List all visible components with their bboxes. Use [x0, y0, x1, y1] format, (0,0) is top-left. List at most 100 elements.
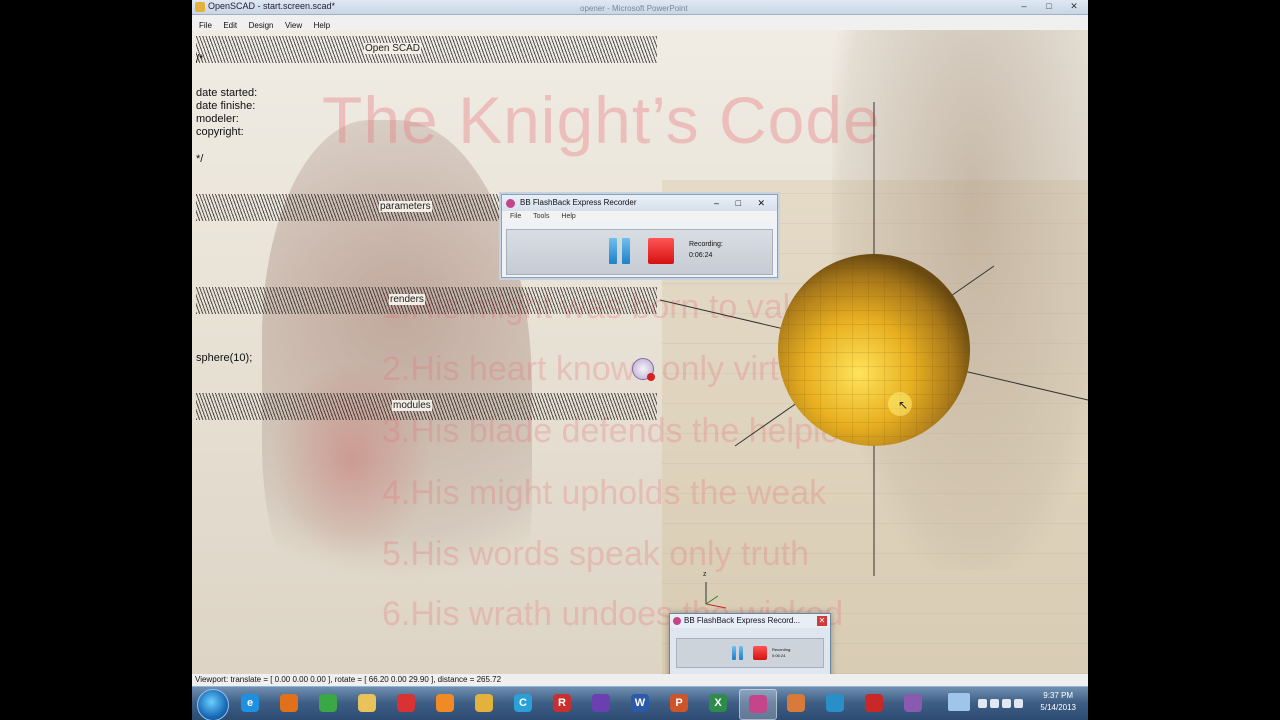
axis-gizmo — [705, 582, 727, 609]
menu-file[interactable]: File — [199, 21, 212, 30]
window-titlebar: OpenSCAD - start.screen.scad* opener - M… — [192, 0, 1088, 15]
recorder-title: BB FlashBack Express Recorder — [520, 198, 637, 207]
desktop-screen: OpenSCAD - start.screen.scad* opener - M… — [192, 0, 1088, 720]
explorer-folder-icon — [358, 694, 376, 712]
thumbnail-status: Recording: 0:06:24 — [772, 647, 791, 659]
status-bar: Viewport: translate = [ 0.00 0.00 0.00 ]… — [192, 674, 1088, 686]
recorder-menubar: File Tools Help — [502, 211, 777, 222]
c-app-icon: C — [514, 694, 532, 712]
taskbar-firefox-button[interactable] — [271, 689, 307, 718]
thumbnail-close-button[interactable]: ✕ — [817, 616, 827, 626]
taskbar-r-app-button[interactable]: R — [544, 689, 580, 718]
close-button[interactable]: ✕ — [1062, 0, 1086, 12]
sphere-facets — [778, 254, 970, 446]
thumbnail-status-time: 0:06:24 — [772, 653, 786, 658]
recording-label: Recording: — [689, 241, 723, 248]
axis-z-label: z — [703, 571, 707, 578]
taskbar-blender-button[interactable] — [427, 689, 463, 718]
recorder-close-button[interactable]: ✕ — [757, 195, 765, 211]
taskbar-excel-button[interactable]: X — [700, 689, 736, 718]
word-icon: W — [631, 694, 649, 712]
recorder-menu-file[interactable]: File — [510, 213, 521, 220]
window-title: OpenSCAD - start.screen.scad* — [208, 1, 336, 11]
menu-design[interactable]: Design — [249, 21, 274, 30]
taskbar-flashback-button[interactable] — [739, 689, 777, 720]
taskbar-openscad-button[interactable] — [466, 689, 502, 718]
flashback-icon — [673, 617, 681, 625]
excel-icon: X — [709, 694, 727, 712]
thumbnail-stop-button — [753, 646, 767, 660]
recorder-maximize-button[interactable]: □ — [736, 195, 741, 211]
menu-view[interactable]: View — [285, 21, 302, 30]
taskbar-explorer-folder-button[interactable] — [349, 689, 385, 718]
tray-arrow-icon[interactable] — [978, 699, 987, 708]
banner-label: Open SCAD — [364, 43, 422, 54]
recorder-minimize-button[interactable]: – — [714, 195, 719, 211]
taskbar-network-app-button[interactable] — [817, 689, 853, 718]
recorder-controls: Recording: 0:06:24 — [506, 229, 773, 275]
taskbar-ie-button[interactable]: e — [232, 689, 268, 718]
recorder-menu-tools[interactable]: Tools — [533, 213, 549, 220]
recorder-menu-help[interactable]: Help — [561, 213, 575, 220]
banner-label: modules — [392, 400, 432, 411]
visual-studio-icon — [592, 694, 610, 712]
flashback-icon — [749, 695, 767, 713]
background-window-title: opener - Microsoft PowerPoint — [580, 4, 688, 13]
taskbar-powerpoint-button[interactable]: P — [661, 689, 697, 718]
thumbnail-titlebar: BB FlashBack Express Record... — [670, 614, 830, 628]
meta-line: date started: — [196, 87, 258, 99]
recorder-thumbnail[interactable]: BB FlashBack Express Record... ✕ Recordi… — [669, 613, 831, 683]
thumbnail-controls: Recording: 0:06:24 — [676, 638, 824, 668]
renders-banner: renders — [196, 287, 657, 314]
taskbar-word-button[interactable]: W — [622, 689, 658, 718]
system-tray: 9:37 PM 5/14/2013 — [948, 687, 1088, 720]
clock[interactable]: 9:37 PM 5/14/2013 — [1040, 690, 1076, 714]
clock-date: 5/14/2013 — [1040, 703, 1076, 712]
banner-label: parameters — [379, 201, 432, 212]
meta-line: copyright: — [196, 126, 244, 138]
thumbnail-title: BB FlashBack Express Record... — [684, 616, 801, 625]
taskbar-c-app-button[interactable]: C — [505, 689, 541, 718]
comment-close: */ — [196, 153, 204, 165]
taskbar-flashback-player-button[interactable] — [895, 689, 931, 718]
flashback-tray-icon[interactable] — [632, 358, 655, 381]
sketchup-icon — [397, 694, 415, 712]
taskbar: e C R W P X 9:37 PM 5/14/2013 — [192, 686, 1088, 720]
taskbar-red-app-button[interactable] — [856, 689, 892, 718]
thumbnail-pause-button — [732, 646, 744, 660]
ie-icon: e — [241, 694, 259, 712]
3d-viewport[interactable]: z ↖ — [660, 30, 1088, 674]
menu-help[interactable]: Help — [314, 21, 330, 30]
modules-banner: modules — [196, 393, 657, 420]
flag-icon[interactable] — [990, 699, 999, 708]
stop-button[interactable] — [648, 238, 674, 264]
speaker-icon[interactable] — [1002, 699, 1011, 708]
flashback-icon — [506, 199, 515, 208]
meta-line: modeler: — [196, 113, 239, 125]
taskbar-visual-studio-button[interactable] — [583, 689, 619, 718]
taskbar-paint-button[interactable] — [778, 689, 814, 718]
network-icon[interactable] — [1014, 699, 1023, 708]
clock-time: 9:37 PM — [1043, 691, 1074, 700]
banner-label: renders — [389, 294, 425, 305]
paint-icon — [787, 694, 805, 712]
powerpoint-icon: P — [670, 694, 688, 712]
menu-edit[interactable]: Edit — [223, 21, 237, 30]
openscad-icon — [475, 694, 493, 712]
keyboard-icon[interactable] — [948, 693, 970, 711]
taskbar-sketchup-button[interactable] — [388, 689, 424, 718]
minimize-button[interactable]: – — [1012, 0, 1036, 12]
start-button[interactable] — [197, 689, 229, 720]
code-line: sphere(10); — [196, 352, 253, 364]
mouse-pointer-icon: ↖ — [898, 398, 909, 412]
recorder-titlebar: BB FlashBack Express Recorder – □ ✕ — [502, 195, 777, 211]
thumbnail-menubar — [670, 628, 830, 636]
maximize-button[interactable]: □ — [1037, 0, 1061, 12]
flashback-player-icon — [904, 694, 922, 712]
menubar: File Edit Design View Help — [192, 15, 1088, 30]
pause-button[interactable] — [609, 238, 631, 264]
recorder-dialog: BB FlashBack Express Recorder – □ ✕ File… — [501, 194, 778, 278]
taskbar-chrome-button[interactable] — [310, 689, 346, 718]
network-app-icon — [826, 694, 844, 712]
blender-icon — [436, 694, 454, 712]
